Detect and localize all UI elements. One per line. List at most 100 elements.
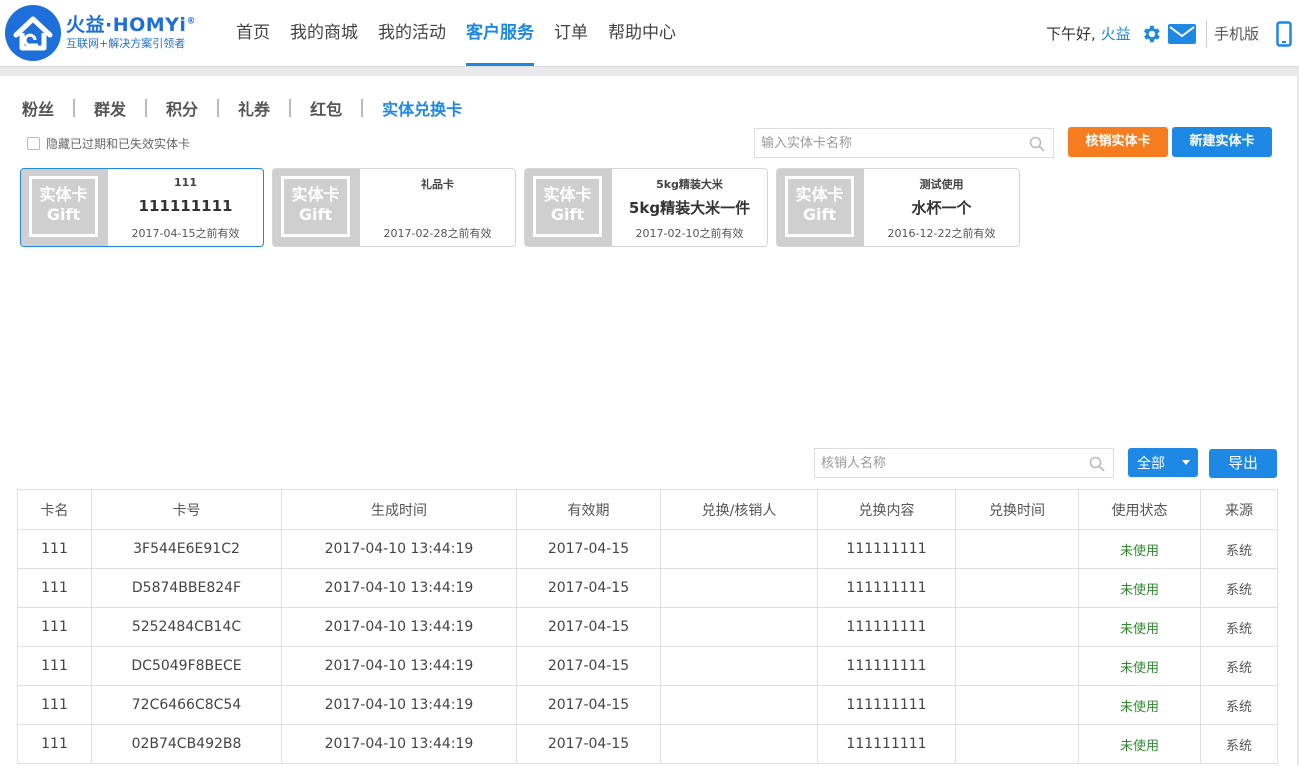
cell-redeem-content: 111111111 (817, 646, 956, 686)
card-valid-date: 2017-04-15之前有效 (131, 227, 240, 240)
cell-created-time: 2017-04-10 13:44:19 (281, 607, 517, 647)
card-search-input[interactable] (761, 129, 1019, 157)
chevron-down-icon (1182, 460, 1190, 465)
card-search-box (754, 128, 1054, 158)
table-header-row: 卡名 卡号 生成时间 有效期 兑换/核销人 兑换内容 兑换时间 使用状态 来源 (17, 489, 1278, 530)
hide-expired-toggle[interactable]: 隐藏已过期和已失效实体卡 (27, 135, 190, 152)
table-row: 111 02B74CB492B8 2017-04-10 13:44:19 201… (17, 724, 1278, 764)
column-header: 卡名 (17, 489, 92, 530)
cell-source: 系统 (1200, 646, 1278, 686)
mobile-version-link[interactable]: 手机版 (1214, 23, 1259, 44)
homyi-logo-icon[interactable] (4, 4, 62, 62)
cell-valid-until: 2017-04-15 (516, 529, 661, 569)
cell-status: 未使用 (1078, 646, 1201, 686)
hide-expired-checkbox[interactable] (27, 137, 40, 150)
top-divider (1206, 21, 1207, 47)
content-panel: 粉丝 群发 积分 礼券 红包 实体兑换卡 隐藏已过期和已失效实体卡 核销实体卡 … (0, 76, 1297, 766)
cell-redeem-time (955, 529, 1079, 569)
card-item[interactable]: 实体卡 Gift 111 111111111 2017-04-15之前有效 (20, 168, 264, 247)
cell-redeem-content: 111111111 (817, 529, 956, 569)
cell-redeem-content: 111111111 (817, 724, 956, 764)
brand-name: 火益·HOMYi® (66, 14, 196, 36)
column-header: 兑换时间 (955, 489, 1079, 530)
cell-created-time: 2017-04-10 13:44:19 (281, 685, 517, 725)
column-header: 来源 (1200, 489, 1278, 530)
card-name: 礼品卡 (421, 178, 454, 191)
card-thumbnail: 实体卡 Gift (273, 169, 360, 246)
status-select[interactable]: 全部 (1128, 448, 1198, 477)
cell-redeemer (660, 607, 818, 647)
column-header: 卡号 (91, 489, 282, 530)
cell-valid-until: 2017-04-15 (516, 607, 661, 647)
tab-points[interactable]: 积分 (166, 96, 198, 120)
verify-card-button[interactable]: 核销实体卡 (1068, 127, 1168, 157)
cell-source: 系统 (1200, 607, 1278, 647)
mail-icon[interactable] (1168, 24, 1196, 44)
nav-my-mall[interactable]: 我的商城 (290, 0, 358, 66)
search-icon[interactable] (1029, 136, 1045, 152)
card-valid-date: 2017-02-28之前有效 (383, 227, 492, 240)
nav-my-activities[interactable]: 我的活动 (378, 0, 446, 66)
gift-card-icon: 实体卡 Gift (785, 176, 854, 237)
tab-broadcast[interactable]: 群发 (94, 96, 126, 120)
card-item[interactable]: 实体卡 Gift 测试使用 水杯一个 2016-12-22之前有效 (776, 168, 1020, 247)
tab-physical-cards[interactable]: 实体兑换卡 (382, 96, 462, 120)
nav-orders[interactable]: 订单 (554, 0, 588, 66)
hide-expired-label: 隐藏已过期和已失效实体卡 (46, 137, 191, 151)
tab-separator (217, 99, 220, 117)
cell-valid-until: 2017-04-15 (516, 646, 661, 686)
tab-coupons[interactable]: 礼券 (238, 96, 270, 120)
nav-home[interactable]: 首页 (236, 0, 270, 66)
gift-card-icon: 实体卡 Gift (281, 176, 350, 237)
cell-status: 未使用 (1078, 685, 1201, 725)
cell-card-number: 72C6466C8C54 (91, 685, 282, 725)
nav-customer-service[interactable]: 客户服务 (466, 0, 534, 66)
cell-status: 未使用 (1078, 568, 1201, 608)
cell-redeemer (660, 646, 818, 686)
phone-icon[interactable] (1276, 21, 1292, 47)
tab-red-packets[interactable]: 红包 (310, 96, 342, 120)
card-thumbnail: 实体卡 Gift (525, 169, 612, 246)
table-row: 111 D5874BBE824F 2017-04-10 13:44:19 201… (17, 568, 1278, 608)
tab-separator (145, 99, 148, 117)
cell-source: 系统 (1200, 724, 1278, 764)
cell-card-number: 02B74CB492B8 (91, 724, 282, 764)
column-header: 生成时间 (281, 489, 517, 530)
cell-redeem-time (955, 568, 1079, 608)
card-item[interactable]: 实体卡 Gift 礼品卡 2017-02-28之前有效 (272, 168, 516, 247)
cell-card-name: 111 (17, 685, 92, 725)
table-row: 111 DC5049F8BECE 2017-04-10 13:44:19 201… (17, 646, 1278, 686)
cell-card-number: D5874BBE824F (91, 568, 282, 608)
nav-help-center[interactable]: 帮助中心 (608, 0, 676, 66)
cell-redeemer (660, 685, 818, 725)
cell-card-name: 111 (17, 568, 92, 608)
brand-slogan: 互联网+解决方案引领者 (66, 37, 186, 50)
column-header: 兑换/核销人 (660, 489, 818, 530)
card-content: 水杯一个 (911, 199, 972, 217)
export-button[interactable]: 导出 (1209, 449, 1277, 478)
create-card-button[interactable]: 新建实体卡 (1172, 127, 1272, 157)
cell-card-number: 5252484CB14C (91, 607, 282, 647)
search-icon[interactable] (1089, 456, 1105, 472)
cell-card-number: DC5049F8BECE (91, 646, 282, 686)
cell-card-name: 111 (17, 529, 92, 569)
tab-fans[interactable]: 粉丝 (22, 96, 54, 120)
tab-separator (361, 99, 364, 117)
cell-valid-until: 2017-04-15 (516, 724, 661, 764)
cell-status: 未使用 (1078, 607, 1201, 647)
cell-valid-until: 2017-04-15 (516, 568, 661, 608)
card-item[interactable]: 实体卡 Gift 5kg精装大米 5kg精装大米一件 2017-02-10之前有… (524, 168, 768, 247)
card-content: 111111111 (138, 197, 233, 215)
cell-status: 未使用 (1078, 529, 1201, 569)
verifier-search-input[interactable] (821, 449, 1079, 477)
gear-icon[interactable] (1140, 23, 1162, 45)
tab-separator (289, 99, 292, 117)
user-name-link[interactable]: 火益 (1101, 25, 1131, 43)
table-row: 111 5252484CB14C 2017-04-10 13:44:19 201… (17, 607, 1278, 647)
column-header: 有效期 (516, 489, 661, 530)
cell-card-name: 111 (17, 607, 92, 647)
cell-redeemer (660, 568, 818, 608)
cell-redeemer (660, 724, 818, 764)
user-greeting: 下午好, 火益 (1046, 25, 1131, 43)
card-name: 5kg精装大米 (656, 178, 723, 191)
